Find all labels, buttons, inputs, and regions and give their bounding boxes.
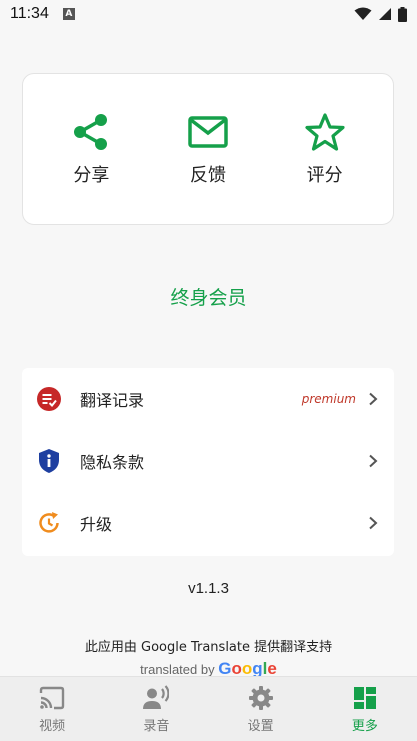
- nav-item-video[interactable]: 视频: [12, 685, 92, 734]
- menu-item-privacy[interactable]: 隐私条款: [22, 430, 394, 492]
- share-icon: [74, 114, 108, 150]
- battery-icon: [398, 6, 407, 22]
- menu-item-privacy-label: 隐私条款: [80, 453, 145, 472]
- menu-item-history[interactable]: 翻译记录 premium: [22, 368, 394, 430]
- lifetime-member-link[interactable]: 终身会员: [0, 283, 417, 310]
- feedback-label: 反馈: [189, 165, 226, 186]
- nav-item-settings-label: 设置: [247, 718, 274, 734]
- notification-badge: A: [62, 8, 75, 20]
- status-bar: 11:34 A: [0, 0, 417, 28]
- nav-item-settings[interactable]: 设置: [221, 685, 301, 734]
- dashboard-icon: [353, 686, 376, 709]
- nav-item-video-label: 视频: [39, 718, 66, 734]
- bottom-nav: 视频 录音 设置 更多: [0, 676, 417, 741]
- menu-item-update-label: 升级: [80, 515, 113, 534]
- menu-item-update[interactable]: 升级: [22, 492, 394, 554]
- share-button[interactable]: 分享: [46, 111, 136, 187]
- premium-badge: premium: [301, 392, 356, 406]
- voice-icon: [143, 684, 170, 709]
- nav-item-recording-label: 录音: [143, 718, 170, 734]
- rate-button[interactable]: 评分: [280, 111, 370, 187]
- chevron-right-icon: [369, 392, 378, 406]
- mail-icon: [188, 116, 228, 148]
- app-version: v1.1.3: [188, 580, 229, 597]
- action-card: 分享 反馈 评分: [22, 73, 394, 225]
- rate-label: 评分: [306, 165, 343, 186]
- chevron-right-icon: [369, 454, 378, 468]
- gear-icon: [248, 685, 273, 710]
- feedback-button[interactable]: 反馈: [163, 111, 253, 187]
- signal-icon: [379, 8, 391, 20]
- status-icons: [354, 6, 407, 22]
- history-icon: [36, 386, 62, 412]
- star-icon: [305, 113, 345, 151]
- translated-by-prefix: translated by: [140, 662, 215, 677]
- menu-card: 翻译记录 premium 隐私条款 升级: [22, 368, 394, 556]
- nav-item-more-label: 更多: [351, 718, 378, 734]
- privacy-shield-icon: [36, 448, 62, 474]
- wifi-icon: [354, 7, 372, 20]
- nav-item-more[interactable]: 更多: [325, 685, 405, 734]
- nav-item-recording[interactable]: 录音: [116, 684, 196, 734]
- menu-item-history-label: 翻译记录: [80, 391, 145, 410]
- translation-credit: 此应用由 Google Translate 提供翻译支持: [84, 640, 333, 655]
- share-label: 分享: [73, 165, 110, 186]
- status-time: 11:34: [10, 5, 49, 22]
- chevron-right-icon: [369, 516, 378, 530]
- update-icon: [36, 510, 62, 536]
- cast-icon: [39, 686, 65, 709]
